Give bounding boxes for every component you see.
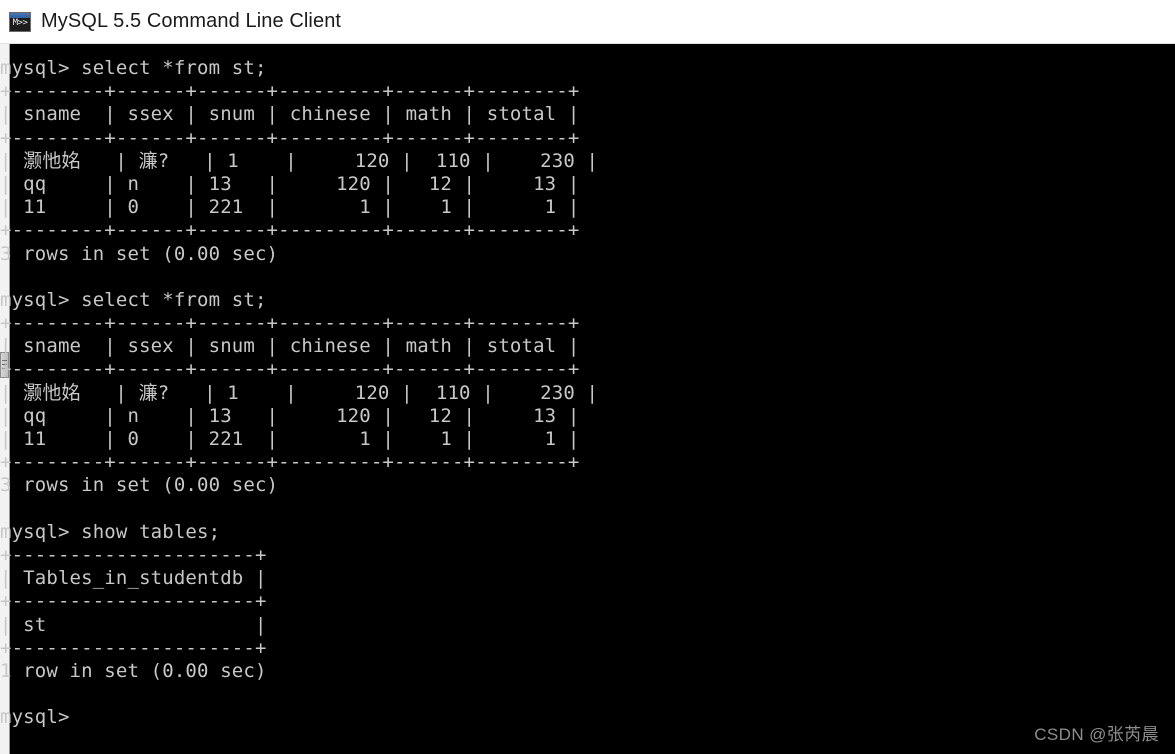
- terminal-line: | qq | n | 13 | 120 | 12 | 13 |: [0, 172, 580, 195]
- icon-prompt-glyph: M>>: [12, 17, 28, 28]
- terminal-line: | sname | ssex | snum | chinese | math |…: [0, 335, 580, 358]
- terminal-line: | 灏忚姳 | 濂? | 1 | 120 | 110 | 230 |: [0, 381, 599, 404]
- terminal-line: | 11 | 0 | 221 | 1 | 1 | 1 |: [0, 428, 580, 450]
- terminal-line: +--------+------+------+---------+------…: [0, 219, 580, 242]
- window-title: MySQL 5.5 Command Line Client: [41, 10, 342, 32]
- terminal-line: +--------+------+------+---------+------…: [0, 312, 580, 335]
- terminal-line: +---------------------+: [0, 543, 267, 566]
- terminal-line: 3 rows in set (0.00 sec): [0, 242, 279, 265]
- csdn-watermark: CSDN @张芮晨: [1034, 725, 1159, 744]
- terminal-output: mysql> select *from st; +--------+------+…: [0, 57, 1175, 729]
- terminal-line: +--------+------+------+---------+------…: [0, 451, 580, 474]
- terminal-line: | qq | n | 13 | 120 | 12 | 13 |: [0, 404, 580, 427]
- console-window-icon: M>>: [9, 11, 31, 32]
- terminal-line: +--------+------+------+---------+------…: [0, 358, 580, 381]
- terminal-line: mysql> show tables;: [0, 520, 221, 543]
- terminal-line: | sname | ssex | snum | chinese | math |…: [0, 103, 580, 126]
- console-body[interactable]: mysql> select *from st; +--------+------+…: [0, 44, 1175, 754]
- mysql-command-line-window: M>> MySQL 5.5 Command Line Client mysql>…: [0, 0, 1175, 754]
- terminal-line: +---------------------+: [0, 636, 267, 659]
- terminal-line: 3 rows in set (0.00 sec): [0, 474, 279, 497]
- terminal-line: mysql>: [0, 706, 70, 729]
- terminal-line: | 灏忚姳 | 濂? | 1 | 120 | 110 | 230 |: [0, 149, 599, 172]
- terminal-line: | Tables_in_studentdb |: [0, 567, 267, 590]
- window-titlebar[interactable]: M>> MySQL 5.5 Command Line Client: [0, 0, 1175, 44]
- terminal-line: mysql> select *from st;: [0, 57, 267, 79]
- terminal-line: 1 row in set (0.00 sec): [0, 659, 267, 682]
- terminal-line: | 11 | 0 | 221 | 1 | 1 | 1 |: [0, 196, 580, 219]
- terminal-line: +--------+------+------+---------+------…: [0, 80, 580, 103]
- terminal-line: mysql> select *from st;: [0, 288, 267, 311]
- terminal-line: | st |: [0, 613, 267, 636]
- terminal-line: +---------------------+: [0, 590, 267, 613]
- terminal-line: +--------+------+------+---------+------…: [0, 126, 580, 149]
